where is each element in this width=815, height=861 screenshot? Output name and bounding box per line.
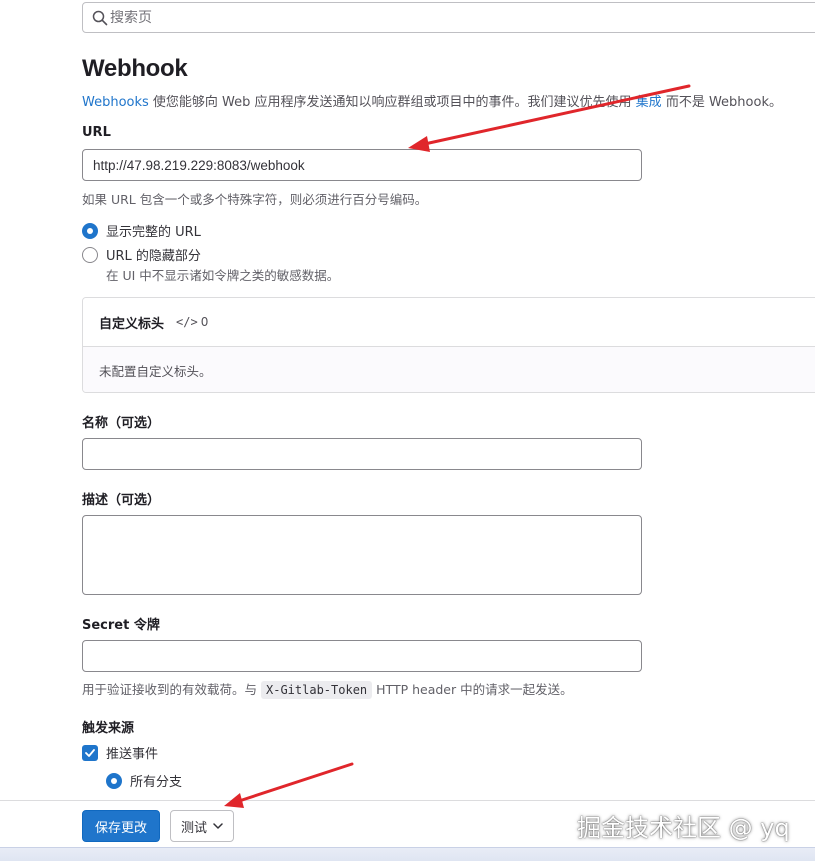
description-textarea[interactable] (82, 515, 642, 595)
save-changes-button[interactable]: 保存更改 (82, 810, 161, 842)
search-input[interactable] (110, 9, 710, 26)
custom-headers-header: 自定义标头 </> 0 (83, 298, 815, 347)
intro-body: 使您能够向 Web 应用程序发送通知以响应群组或项目中的事件。我们建议优先使用 (148, 95, 636, 110)
code-icon: </> (176, 315, 198, 329)
name-label: 名称（可选） (82, 416, 161, 431)
checkbox-checked-icon[interactable] (82, 744, 98, 761)
custom-headers-count-value: 0 (200, 315, 209, 329)
webhooks-docs-link[interactable]: Webhooks (82, 95, 149, 110)
search-icon (92, 10, 108, 26)
intro-tail: 而不是 Webhook。 (661, 95, 782, 110)
secret-help-prefix: 用于验证接收到的有效载荷。与 (82, 682, 258, 697)
radio-unchecked-icon[interactable] (82, 246, 98, 263)
radio-all-branches[interactable]: 所有分支 (106, 771, 182, 790)
test-button-label: 测试 (181, 820, 208, 836)
custom-headers-count: </> 0 (176, 315, 208, 329)
integrations-link[interactable]: 集成 (636, 95, 662, 110)
secret-help-code: X-Gitlab-Token (261, 681, 373, 699)
watermark: 掘金技术社区 @ yq (577, 814, 790, 842)
push-events-label: 推送事件 (106, 747, 159, 762)
secret-token-label: Secret 令牌 (82, 618, 160, 633)
custom-headers-empty: 未配置自定义标头。 (83, 347, 815, 392)
url-input[interactable] (82, 149, 642, 181)
custom-headers-card: 自定义标头 </> 0 未配置自定义标头。 (82, 297, 815, 393)
window-bottom-strip (0, 847, 815, 861)
trigger-label: 触发来源 (82, 721, 135, 736)
radio-show-full-url[interactable]: 显示完整的 URL (82, 221, 201, 240)
chevron-down-icon (213, 823, 223, 829)
test-dropdown-button[interactable]: 测试 (170, 810, 235, 842)
intro-text: Webhooks 使您能够向 Web 应用程序发送通知以响应群组或项目中的事件。… (82, 91, 782, 110)
radio-show-full-url-label: 显示完整的 URL (106, 225, 201, 240)
radio-mask-url[interactable]: URL 的隐藏部分 (82, 245, 201, 264)
mask-url-help: 在 UI 中不显示诸如令牌之类的敏感数据。 (106, 268, 340, 283)
url-help: 如果 URL 包含一个或多个特殊字符，则必须进行百分号编码。 (82, 192, 428, 207)
description-label: 描述（可选） (82, 493, 161, 508)
checkbox-push-events[interactable]: 推送事件 (82, 743, 158, 762)
radio-checked-icon[interactable] (82, 222, 98, 239)
secret-token-input[interactable] (82, 640, 642, 672)
search-box[interactable] (82, 2, 815, 33)
page-title: Webhook (82, 55, 188, 82)
secret-help-suffix: HTTP header 中的请求一起发送。 (376, 682, 573, 697)
radio-mask-url-label: URL 的隐藏部分 (106, 249, 201, 264)
secret-token-help: 用于验证接收到的有效载荷。与 X-Gitlab-Token HTTP heade… (82, 679, 573, 699)
url-label: URL (82, 125, 111, 140)
custom-headers-title: 自定义标头 (99, 316, 165, 332)
radio-checked-icon[interactable] (106, 772, 122, 789)
name-input[interactable] (82, 438, 642, 470)
all-branches-label: 所有分支 (130, 775, 183, 790)
